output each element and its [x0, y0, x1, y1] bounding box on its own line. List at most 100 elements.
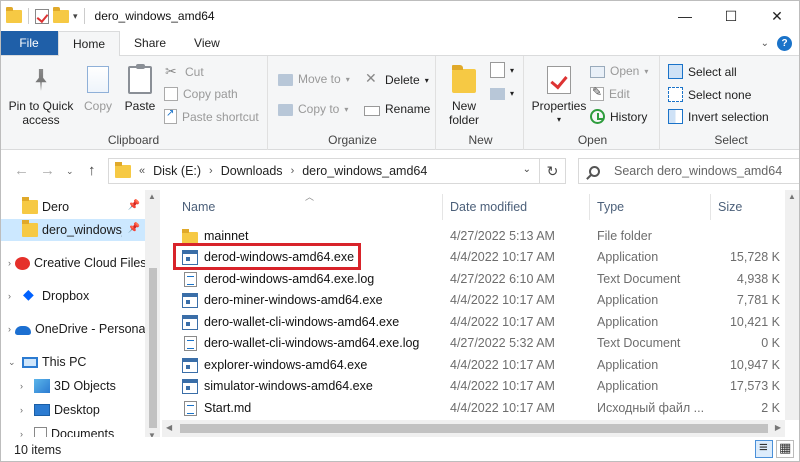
tab-file[interactable]: File [0, 31, 58, 55]
address-bar[interactable]: « Disk (E:) › Downloads › dero_windows_a… [108, 158, 566, 184]
tab-view[interactable]: View [180, 31, 234, 55]
nav-pane-scroll-thumb[interactable] [149, 268, 157, 428]
folder-icon[interactable] [6, 6, 22, 23]
paste-shortcut-button[interactable]: Paste shortcut [164, 108, 259, 124]
delete-button[interactable]: Delete ▾ [364, 70, 429, 88]
column-header-name[interactable]: Name [182, 190, 215, 224]
column-divider[interactable] [442, 194, 443, 220]
file-row[interactable]: dero-wallet-cli-windows-amd64.exe 4/4/20… [170, 312, 785, 333]
file-name: derod-windows-amd64.exe.log [204, 272, 375, 286]
file-row[interactable]: derod-windows-amd64.exe.log 4/27/2022 6:… [170, 269, 785, 290]
column-divider[interactable] [589, 194, 590, 220]
history-label: History [610, 109, 648, 124]
recent-locations-chevron-icon[interactable]: ⌄ [66, 166, 74, 177]
close-button[interactable]: ✕ [754, 0, 800, 32]
breadcrumb-current-folder[interactable]: dero_windows_amd64 [302, 164, 427, 178]
nav-item-this-pc[interactable]: ⌄ This PC [0, 351, 145, 373]
properties-button[interactable]: Properties ▾ [530, 66, 588, 127]
copy-button[interactable]: Copy [80, 66, 116, 113]
select-all-button[interactable]: Select all [668, 64, 737, 79]
expand-chevron-icon[interactable]: › [20, 405, 30, 415]
select-none-button[interactable]: Select none [668, 87, 751, 102]
expand-chevron-icon[interactable]: › [20, 381, 30, 391]
file-row[interactable]: dero-miner-windows-amd64.exe 4/4/2022 10… [170, 290, 785, 311]
markdown-file-icon [184, 401, 197, 416]
new-folder-button[interactable]: New folder [444, 65, 484, 127]
easy-access-dropdown-icon: ▾ [510, 88, 515, 98]
nav-item-dero-windows-amd64[interactable]: dero_windows_amd64 📌 [0, 219, 145, 241]
back-arrow-icon[interactable]: ← [14, 162, 29, 179]
horizontal-scroll-thumb[interactable] [180, 424, 768, 433]
pin-to-quick-access-button[interactable]: Pin to Quick access [6, 66, 76, 127]
nav-item-desktop[interactable]: › Desktop [0, 399, 145, 421]
refresh-icon[interactable]: ↻ [539, 158, 565, 184]
column-header-size[interactable]: Size [718, 190, 742, 224]
breadcrumb-separator-icon[interactable]: › [291, 165, 295, 177]
move-to-button[interactable]: Move to ▾ [278, 72, 350, 86]
nav-item-dropbox[interactable]: › Dropbox [0, 285, 145, 307]
nav-item-3d-objects[interactable]: › 3D Objects [0, 375, 145, 397]
easy-access-button[interactable]: ▾ [490, 86, 514, 100]
column-header-date[interactable]: Date modified [450, 190, 527, 224]
column-divider[interactable] [710, 194, 711, 220]
edit-button[interactable]: Edit [590, 85, 630, 101]
minimize-button[interactable]: — [662, 0, 708, 32]
paste-clipboard-icon [125, 64, 155, 96]
new-group: New folder ▾ ▾ New [438, 56, 524, 150]
file-row[interactable]: dero-wallet-cli-windows-amd64.exe.log 4/… [170, 333, 785, 354]
expand-chevron-icon[interactable]: › [8, 258, 11, 268]
new-folder-icon[interactable] [53, 6, 69, 23]
address-dropdown-icon[interactable]: ⌄ [523, 164, 531, 175]
file-row[interactable]: explorer-windows-amd64.exe 4/4/2022 10:1… [170, 355, 785, 376]
file-size: 10,421 K [729, 315, 780, 329]
pin-label-line2: access [22, 113, 60, 127]
breadcrumb-disk-e[interactable]: Disk (E:) [153, 164, 201, 178]
scroll-up-icon[interactable]: ▲ [148, 192, 156, 201]
copy-path-button[interactable]: Copy path [164, 87, 238, 101]
invert-selection-button[interactable]: Invert selection [668, 109, 769, 124]
history-button[interactable]: History [590, 109, 647, 124]
breadcrumb-separator-icon[interactable]: › [209, 165, 213, 177]
file-list-vertical-scrollbar[interactable]: ▲ [785, 190, 800, 420]
rename-button[interactable]: Rename [364, 102, 430, 116]
customize-toolbar-dropdown-icon[interactable]: ▾ [73, 11, 78, 22]
scroll-left-icon[interactable]: ◀ [166, 423, 172, 432]
paste-button[interactable]: Paste [122, 64, 158, 113]
file-size: 7,781 K [736, 293, 780, 307]
overflow-crumbs-icon[interactable]: « [139, 165, 145, 177]
expand-chevron-icon[interactable]: › [8, 291, 18, 301]
select-none-label: Select none [688, 87, 752, 102]
scroll-up-icon[interactable]: ▲ [788, 192, 796, 201]
maximize-button[interactable]: ☐ [708, 0, 754, 32]
nav-item-dero[interactable]: Dero 📌 [0, 196, 145, 218]
file-row[interactable]: Start.md 4/4/2022 10:17 AM Исходный файл… [170, 398, 785, 419]
file-list: ︿ Name Date modified Type Size mainnet 4… [170, 190, 785, 420]
up-arrow-icon[interactable]: ↑ [88, 162, 96, 179]
large-icons-view-icon[interactable] [776, 440, 794, 458]
tab-share[interactable]: Share [120, 31, 180, 55]
column-header-type[interactable]: Type [597, 190, 624, 224]
file-list-horizontal-scrollbar[interactable]: ◀ ▶ [162, 420, 785, 437]
new-item-button[interactable]: ▾ [490, 62, 514, 78]
cut-button[interactable]: Cut [164, 63, 204, 80]
scroll-right-icon[interactable]: ▶ [775, 423, 781, 432]
properties-check-icon[interactable] [35, 8, 49, 24]
file-row[interactable]: simulator-windows-amd64.exe 4/4/2022 10:… [170, 376, 785, 397]
nav-item-onedrive[interactable]: › OneDrive - Personal [0, 318, 148, 340]
collapse-chevron-icon[interactable]: ⌄ [8, 357, 18, 368]
tab-home[interactable]: Home [58, 31, 121, 56]
nav-item-creative-cloud[interactable]: › Creative Cloud Files [0, 252, 147, 274]
folder-icon [22, 197, 38, 214]
search-box[interactable]: Search dero_windows_amd64 [578, 158, 800, 184]
forward-arrow-icon[interactable]: → [40, 162, 55, 179]
breadcrumb-downloads[interactable]: Downloads [221, 164, 283, 178]
copy-to-button[interactable]: Copy to ▾ [278, 102, 348, 116]
expand-chevron-icon[interactable]: › [8, 324, 11, 334]
expand-ribbon-chevron-icon[interactable]: ⌄ [761, 38, 769, 49]
details-view-icon[interactable] [755, 439, 773, 458]
help-icon[interactable]: ? [777, 36, 792, 51]
copy-path-label: Copy path [183, 87, 238, 101]
nav-pane-scrollbar[interactable]: ▲ ▼ [145, 190, 160, 442]
open-button[interactable]: Open ▾ [590, 64, 648, 78]
search-icon [589, 165, 600, 177]
